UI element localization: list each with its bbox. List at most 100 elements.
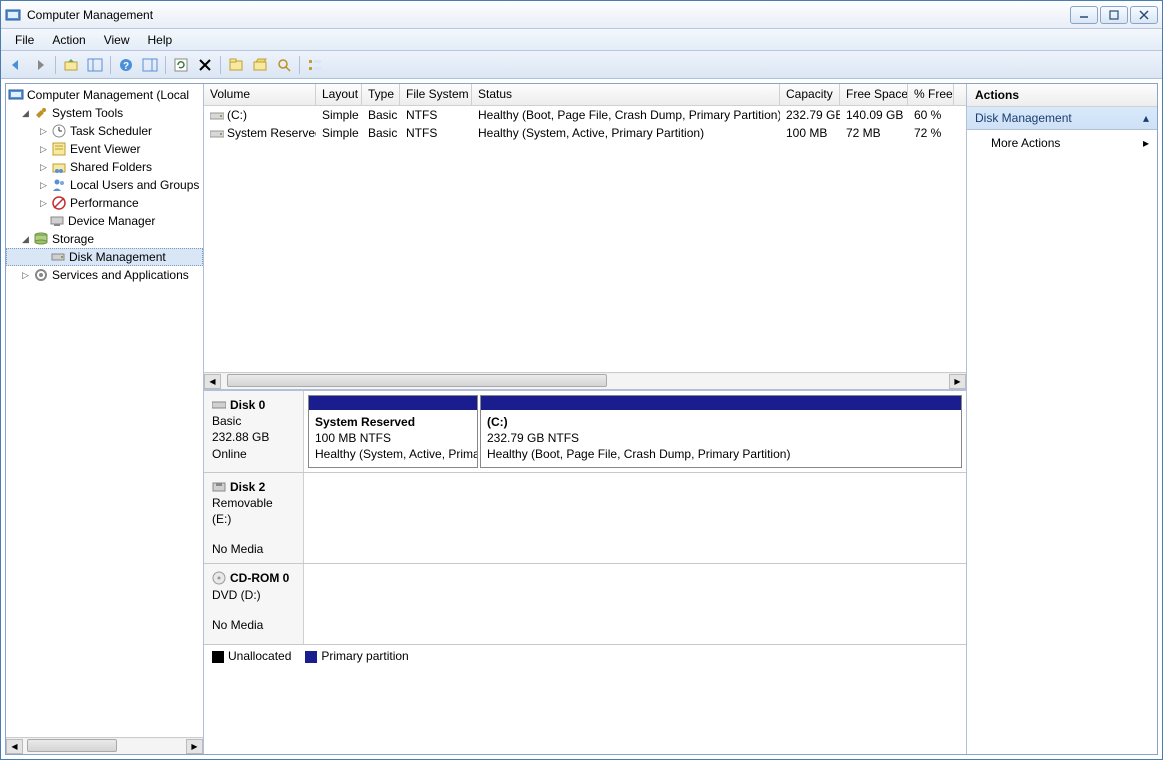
forward-button[interactable] [29, 54, 51, 76]
show-hide-tree-button[interactable] [84, 54, 106, 76]
disk-graphical-view: Disk 0 Basic 232.88 GB Online System Res… [204, 389, 966, 666]
tree-task-scheduler[interactable]: ▷ Task Scheduler [6, 122, 203, 140]
col-status[interactable]: Status [472, 84, 780, 105]
users-icon [51, 177, 67, 193]
tree-performance[interactable]: ▷ Performance [6, 194, 203, 212]
partition-c[interactable]: (C:) 232.79 GB NTFS Healthy (Boot, Page … [480, 395, 962, 468]
content-area: Computer Management (Local ◢ System Tool… [5, 83, 1158, 755]
volume-row[interactable]: System Reserved Simple Basic NTFS Health… [204, 124, 966, 142]
clock-icon [51, 123, 67, 139]
swatch-unallocated [212, 651, 224, 663]
actions-more-actions[interactable]: More Actions ▸ [967, 130, 1157, 156]
menu-file[interactable]: File [7, 31, 42, 49]
help-button[interactable]: ? [115, 54, 137, 76]
scroll-thumb[interactable] [227, 374, 607, 387]
disk-2-block[interactable]: Disk 2 Removable (E:) No Media [204, 473, 966, 565]
tree-label: Disk Management [69, 250, 166, 264]
list-button[interactable] [304, 54, 326, 76]
menu-action[interactable]: Action [44, 31, 93, 49]
collapse-icon[interactable]: ◢ [20, 234, 31, 245]
tree-label: Event Viewer [70, 142, 140, 156]
cdrom-0-label: CD-ROM 0 DVD (D:) No Media [204, 564, 304, 644]
volume-row[interactable]: (C:) Simple Basic NTFS Healthy (Boot, Pa… [204, 106, 966, 124]
swatch-primary [305, 651, 317, 663]
col-volume[interactable]: Volume [204, 84, 316, 105]
cdrom-0-partitions [304, 564, 966, 644]
tree-scrollbar[interactable]: ◀ ▶ [6, 737, 203, 754]
scroll-right-button[interactable]: ▶ [949, 374, 966, 389]
menu-view[interactable]: View [96, 31, 138, 49]
delete-button[interactable] [194, 54, 216, 76]
partition-status: Healthy (System, Active, Prima [315, 446, 471, 462]
disk-0-partitions: System Reserved 100 MB NTFS Healthy (Sys… [304, 391, 966, 472]
menubar: File Action View Help [1, 29, 1162, 51]
collapse-icon[interactable]: ◢ [20, 108, 31, 119]
scroll-left-button[interactable]: ◀ [6, 739, 23, 754]
tree-services-apps[interactable]: ▷ Services and Applications [6, 266, 203, 284]
computer-icon [8, 87, 24, 103]
tools-icon [33, 105, 49, 121]
back-button[interactable] [5, 54, 27, 76]
tree-label: Storage [52, 232, 94, 246]
refresh-button[interactable] [170, 54, 192, 76]
scroll-thumb[interactable] [27, 739, 117, 752]
expand-icon[interactable]: ▷ [20, 270, 31, 281]
volume-pct: 72 % [908, 125, 954, 141]
cdrom-0-block[interactable]: CD-ROM 0 DVD (D:) No Media [204, 564, 966, 644]
expand-icon[interactable]: ▷ [38, 198, 49, 209]
tree-event-viewer[interactable]: ▷ Event Viewer [6, 140, 203, 158]
expand-icon[interactable]: ▷ [38, 126, 49, 137]
col-filesystem[interactable]: File System [400, 84, 472, 105]
svg-text:?: ? [123, 61, 129, 72]
disk-type: Removable (E:) [212, 495, 295, 527]
expand-icon[interactable]: ▷ [38, 144, 49, 155]
expand-icon[interactable]: ▷ [38, 162, 49, 173]
expand-icon[interactable]: ▷ [38, 180, 49, 191]
actions-item-label: More Actions [991, 136, 1060, 150]
tree-storage[interactable]: ◢ Storage [6, 230, 203, 248]
event-icon [51, 141, 67, 157]
scroll-left-button[interactable]: ◀ [204, 374, 221, 389]
disk-name: CD-ROM 0 [230, 570, 289, 586]
search-button[interactable] [273, 54, 295, 76]
legend-unallocated: Unallocated [212, 649, 291, 663]
col-type[interactable]: Type [362, 84, 400, 105]
col-freespace[interactable]: Free Space [840, 84, 908, 105]
tree-local-users[interactable]: ▷ Local Users and Groups [6, 176, 203, 194]
titlebar: Computer Management [1, 1, 1162, 29]
tree-shared-folders[interactable]: ▷ Shared Folders [6, 158, 203, 176]
col-capacity[interactable]: Capacity [780, 84, 840, 105]
close-button[interactable] [1130, 6, 1158, 24]
volume-list: Volume Layout Type File System Status Ca… [204, 84, 966, 389]
tree-root[interactable]: Computer Management (Local [6, 86, 203, 104]
partition-system-reserved[interactable]: System Reserved 100 MB NTFS Healthy (Sys… [308, 395, 478, 468]
volume-list-empty [204, 142, 966, 372]
maximize-button[interactable] [1100, 6, 1128, 24]
tree-label: Device Manager [68, 214, 155, 228]
minimize-button[interactable] [1070, 6, 1098, 24]
tree-device-manager[interactable]: Device Manager [6, 212, 203, 230]
actions-section-disk-management[interactable]: Disk Management ▴ [967, 107, 1157, 130]
tree-label: Task Scheduler [70, 124, 152, 138]
disk-0-block[interactable]: Disk 0 Basic 232.88 GB Online System Res… [204, 391, 966, 473]
partition-name: (C:) [487, 414, 955, 430]
open-button[interactable] [249, 54, 271, 76]
volume-capacity: 232.79 GB [780, 107, 840, 123]
scroll-right-button[interactable]: ▶ [186, 739, 203, 754]
tree-system-tools[interactable]: ◢ System Tools [6, 104, 203, 122]
show-hide-action-button[interactable] [139, 54, 161, 76]
scroll-track[interactable] [221, 374, 949, 389]
tree-disk-management[interactable]: Disk Management [6, 248, 203, 266]
up-button[interactable] [60, 54, 82, 76]
col-pctfree[interactable]: % Free [908, 84, 954, 105]
scroll-track[interactable] [23, 739, 186, 754]
navigation-tree[interactable]: Computer Management (Local ◢ System Tool… [6, 84, 203, 737]
properties-button[interactable] [225, 54, 247, 76]
collapse-icon: ▴ [1143, 111, 1149, 125]
partition-bar [481, 396, 961, 410]
volume-rows: (C:) Simple Basic NTFS Healthy (Boot, Pa… [204, 106, 966, 142]
menu-help[interactable]: Help [140, 31, 181, 49]
volume-scrollbar[interactable]: ◀ ▶ [204, 372, 966, 389]
disk-2-label: Disk 2 Removable (E:) No Media [204, 473, 304, 564]
col-layout[interactable]: Layout [316, 84, 362, 105]
